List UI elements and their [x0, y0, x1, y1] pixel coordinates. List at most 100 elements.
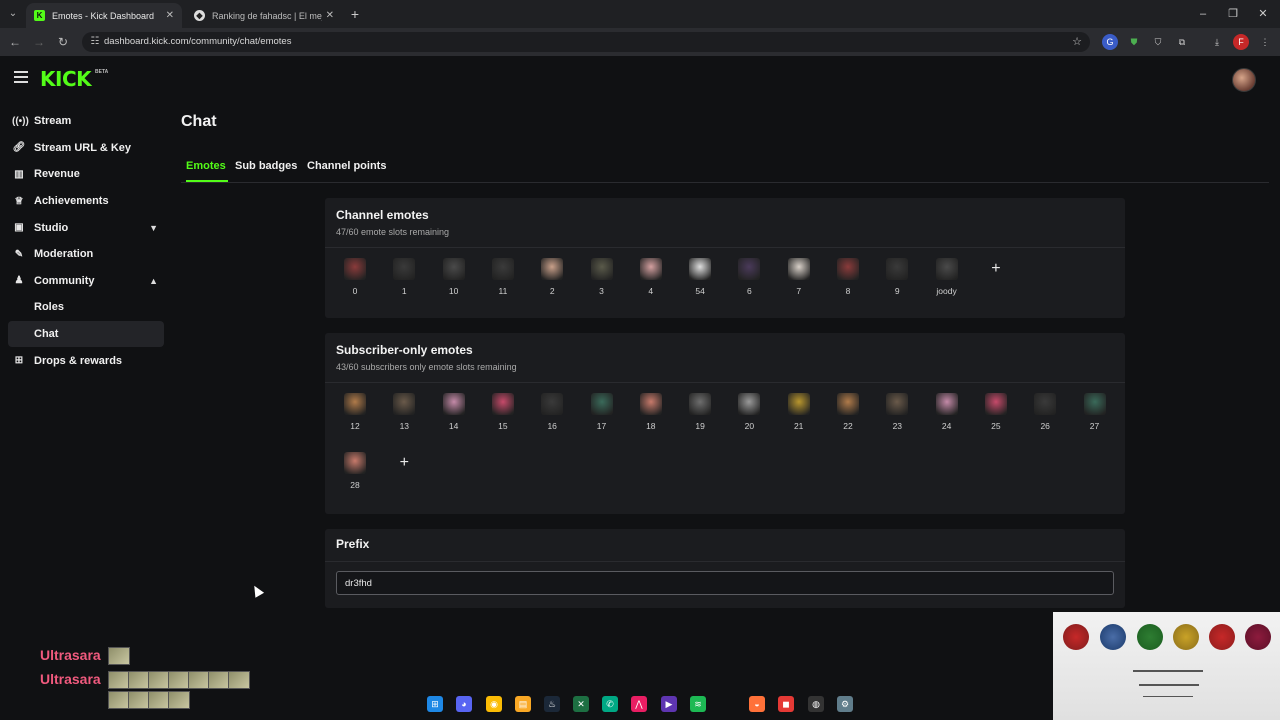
sidebar-item-roles[interactable]: Roles — [8, 294, 164, 321]
shield-extension-icon[interactable]: ⛊ — [1126, 34, 1142, 50]
app-icon[interactable]: ◼ — [778, 696, 794, 712]
address-bar[interactable]: ☷ dashboard.kick.com/community/chat/emot… — [82, 32, 1090, 52]
minimize-icon[interactable]: – — [1194, 5, 1212, 23]
reload-icon[interactable]: ↻ — [54, 33, 72, 51]
card-title: Channel emotes — [336, 208, 429, 222]
emote-item[interactable]: 10 — [435, 258, 473, 296]
emote-item[interactable]: 2 — [533, 258, 571, 296]
sidebar-item-chat[interactable]: Chat — [8, 320, 164, 348]
emote-image — [344, 393, 366, 415]
emote-image — [886, 258, 909, 280]
media-icon[interactable]: ▶ — [661, 696, 677, 712]
emote-item[interactable]: 28 — [336, 452, 374, 490]
sidebar-item-stream-url-key[interactable]: 🔗︎ Stream URL & Key — [8, 135, 164, 162]
emote-item[interactable]: 27 — [1076, 393, 1114, 431]
extensions-puzzle-icon[interactable]: ⧉ — [1174, 34, 1190, 50]
settings-gear-icon[interactable]: ⚙ — [837, 696, 853, 712]
emote-item[interactable]: 22 — [829, 393, 867, 431]
emblem-icon — [1245, 624, 1271, 650]
emote-item[interactable]: 7 — [780, 258, 818, 296]
emote-item[interactable]: 1 — [385, 258, 423, 296]
emote-item[interactable]: 8 — [829, 258, 867, 296]
chrome-icon[interactable]: ◉ — [486, 696, 502, 712]
folder-icon[interactable]: ▤ — [515, 696, 531, 712]
tab-sub-badges[interactable]: Sub badges — [235, 160, 297, 172]
emote-item[interactable]: 4 — [632, 258, 670, 296]
emote-label: 19 — [695, 421, 705, 431]
tab-channel-points[interactable]: Channel points — [307, 160, 386, 172]
emote-item[interactable]: 0 — [336, 258, 374, 296]
discord-icon[interactable]: ◕ — [456, 696, 472, 712]
kick-logo[interactable]: KICK — [40, 67, 92, 91]
close-tab-icon[interactable]: ✕ — [166, 10, 174, 21]
chevron-up-icon[interactable]: ▲ — [149, 276, 158, 286]
emote-item[interactable]: 24 — [928, 393, 966, 431]
sidebar-item-drops-rewards[interactable]: ⊞ Drops & rewards — [8, 347, 164, 374]
firefox-icon[interactable]: ◒ — [749, 696, 765, 712]
browser-tab[interactable]: ◆ Ranking de fahadsc | El mejor s ✕ — [186, 3, 342, 28]
new-tab-icon[interactable]: + — [346, 5, 364, 23]
emote-item[interactable]: joody — [928, 258, 966, 296]
sidebar-item-studio[interactable]: ▣ Studio ▼ — [8, 214, 164, 241]
spotify-icon[interactable]: ≋ — [690, 696, 706, 712]
emote-item[interactable]: 54 — [681, 258, 719, 296]
emote-item[interactable]: 17 — [583, 393, 621, 431]
bookmark-star-icon[interactable]: ☆ — [1072, 35, 1082, 49]
emote-item[interactable]: 19 — [681, 393, 719, 431]
emote-item[interactable]: 11 — [484, 258, 522, 296]
restore-icon[interactable]: ❐ — [1224, 5, 1242, 23]
emote-item[interactable]: 6 — [730, 258, 768, 296]
chat-username: Ultrasara — [40, 647, 101, 663]
emote-item[interactable]: 26 — [1026, 393, 1064, 431]
emote-item[interactable]: 3 — [583, 258, 621, 296]
close-tab-icon[interactable]: ✕ — [326, 10, 334, 21]
sidebar-item-label: Chat — [34, 328, 59, 341]
back-icon[interactable]: ← — [6, 33, 24, 51]
add-emote-button[interactable]: + — [985, 258, 1007, 280]
sidebar-item-revenue[interactable]: ▥ Revenue — [8, 161, 164, 188]
emote-item[interactable]: 21 — [780, 393, 818, 431]
avatar[interactable] — [1232, 68, 1256, 92]
tab-search-icon[interactable]: ⌄ — [4, 5, 22, 23]
emote-item[interactable]: 25 — [977, 393, 1015, 431]
more-menu-icon[interactable]: ⋮ — [1257, 34, 1273, 50]
menu-icon[interactable] — [14, 71, 28, 83]
gift-icon: ⊞ — [14, 355, 24, 367]
url-text[interactable]: dashboard.kick.com/community/chat/emotes — [104, 35, 291, 49]
emote-item[interactable]: 9 — [878, 258, 916, 296]
app-icon[interactable]: ⋀ — [631, 696, 647, 712]
profile-icon[interactable]: F — [1233, 34, 1249, 50]
emblem-icon — [1173, 624, 1199, 650]
emote-item[interactable]: 13 — [385, 393, 423, 431]
tab-emotes[interactable]: Emotes — [186, 160, 226, 172]
close-window-icon[interactable]: ✕ — [1254, 5, 1272, 23]
add-emote-button[interactable]: + — [393, 452, 415, 474]
start-icon[interactable]: ⊞ — [427, 696, 443, 712]
emote-item[interactable]: 12 — [336, 393, 374, 431]
extension-icon[interactable]: G — [1102, 34, 1118, 50]
forward-icon[interactable]: → — [30, 33, 48, 51]
prefix-input[interactable]: dr3fhd — [336, 571, 1114, 595]
site-info-icon[interactable]: ☷ — [88, 35, 102, 49]
obs-icon[interactable]: ◍ — [808, 696, 824, 712]
emote-item[interactable]: 23 — [878, 393, 916, 431]
excel-icon[interactable]: ✕ — [573, 696, 589, 712]
sidebar-item-community[interactable]: ♟ Community ▲ — [8, 268, 164, 295]
emote-item[interactable]: 15 — [484, 393, 522, 431]
emote-item[interactable]: 16 — [533, 393, 571, 431]
emote-label: 22 — [843, 421, 853, 431]
emote-item[interactable]: 20 — [730, 393, 768, 431]
chevron-down-icon[interactable]: ▼ — [149, 223, 158, 233]
sidebar-item-moderation[interactable]: ✎ Moderation — [8, 241, 164, 268]
emote-item[interactable]: 14 — [435, 393, 473, 431]
chat-username: Ultrasara — [40, 671, 101, 687]
sidebar-item-stream[interactable]: ((•)) Stream — [8, 108, 164, 135]
download-icon[interactable]: ⤓ — [1209, 34, 1225, 50]
whatsapp-icon[interactable]: ✆ — [602, 696, 618, 712]
steam-icon[interactable]: ♨ — [544, 696, 560, 712]
privacy-extension-icon[interactable]: ⛉ — [1150, 34, 1166, 50]
emote-item[interactable]: 18 — [632, 393, 670, 431]
sidebar-item-achievements[interactable]: ♕ Achievements — [8, 188, 164, 215]
calligraphy-stroke — [1139, 684, 1199, 686]
browser-tab-active[interactable]: K Emotes - Kick Dashboard ✕ — [26, 3, 182, 28]
